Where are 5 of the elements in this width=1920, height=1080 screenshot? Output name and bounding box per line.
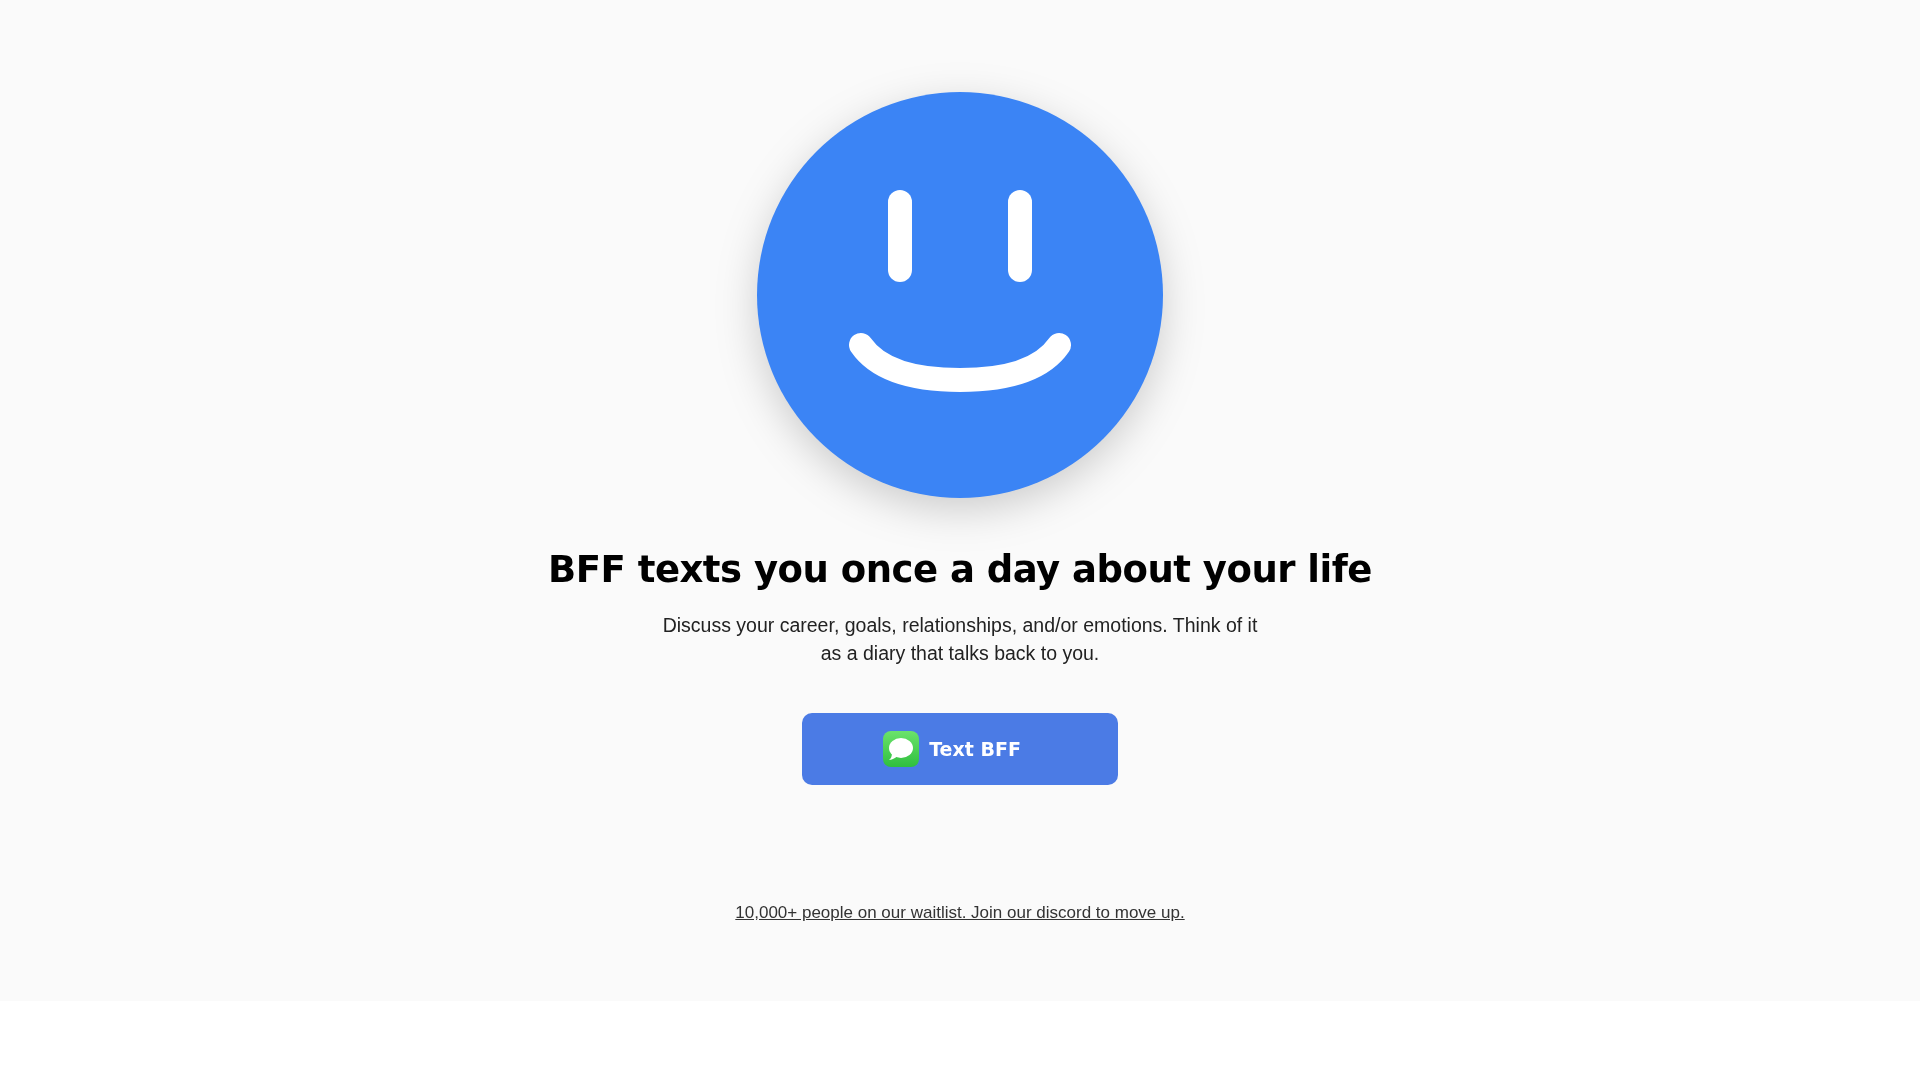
- waitlist-link[interactable]: 10,000+ people on our waitlist. Join our discord to move up.: [735, 903, 1185, 923]
- headline: BFF texts you once a day about your life: [548, 548, 1372, 591]
- description: Discuss your career, goals, relationships, and/or emotions. Think of it as a diary that talks back to you.: [661, 613, 1259, 666]
- text-bff-button[interactable]: Text BFF: [802, 713, 1118, 785]
- message-bubble-icon: [883, 731, 920, 767]
